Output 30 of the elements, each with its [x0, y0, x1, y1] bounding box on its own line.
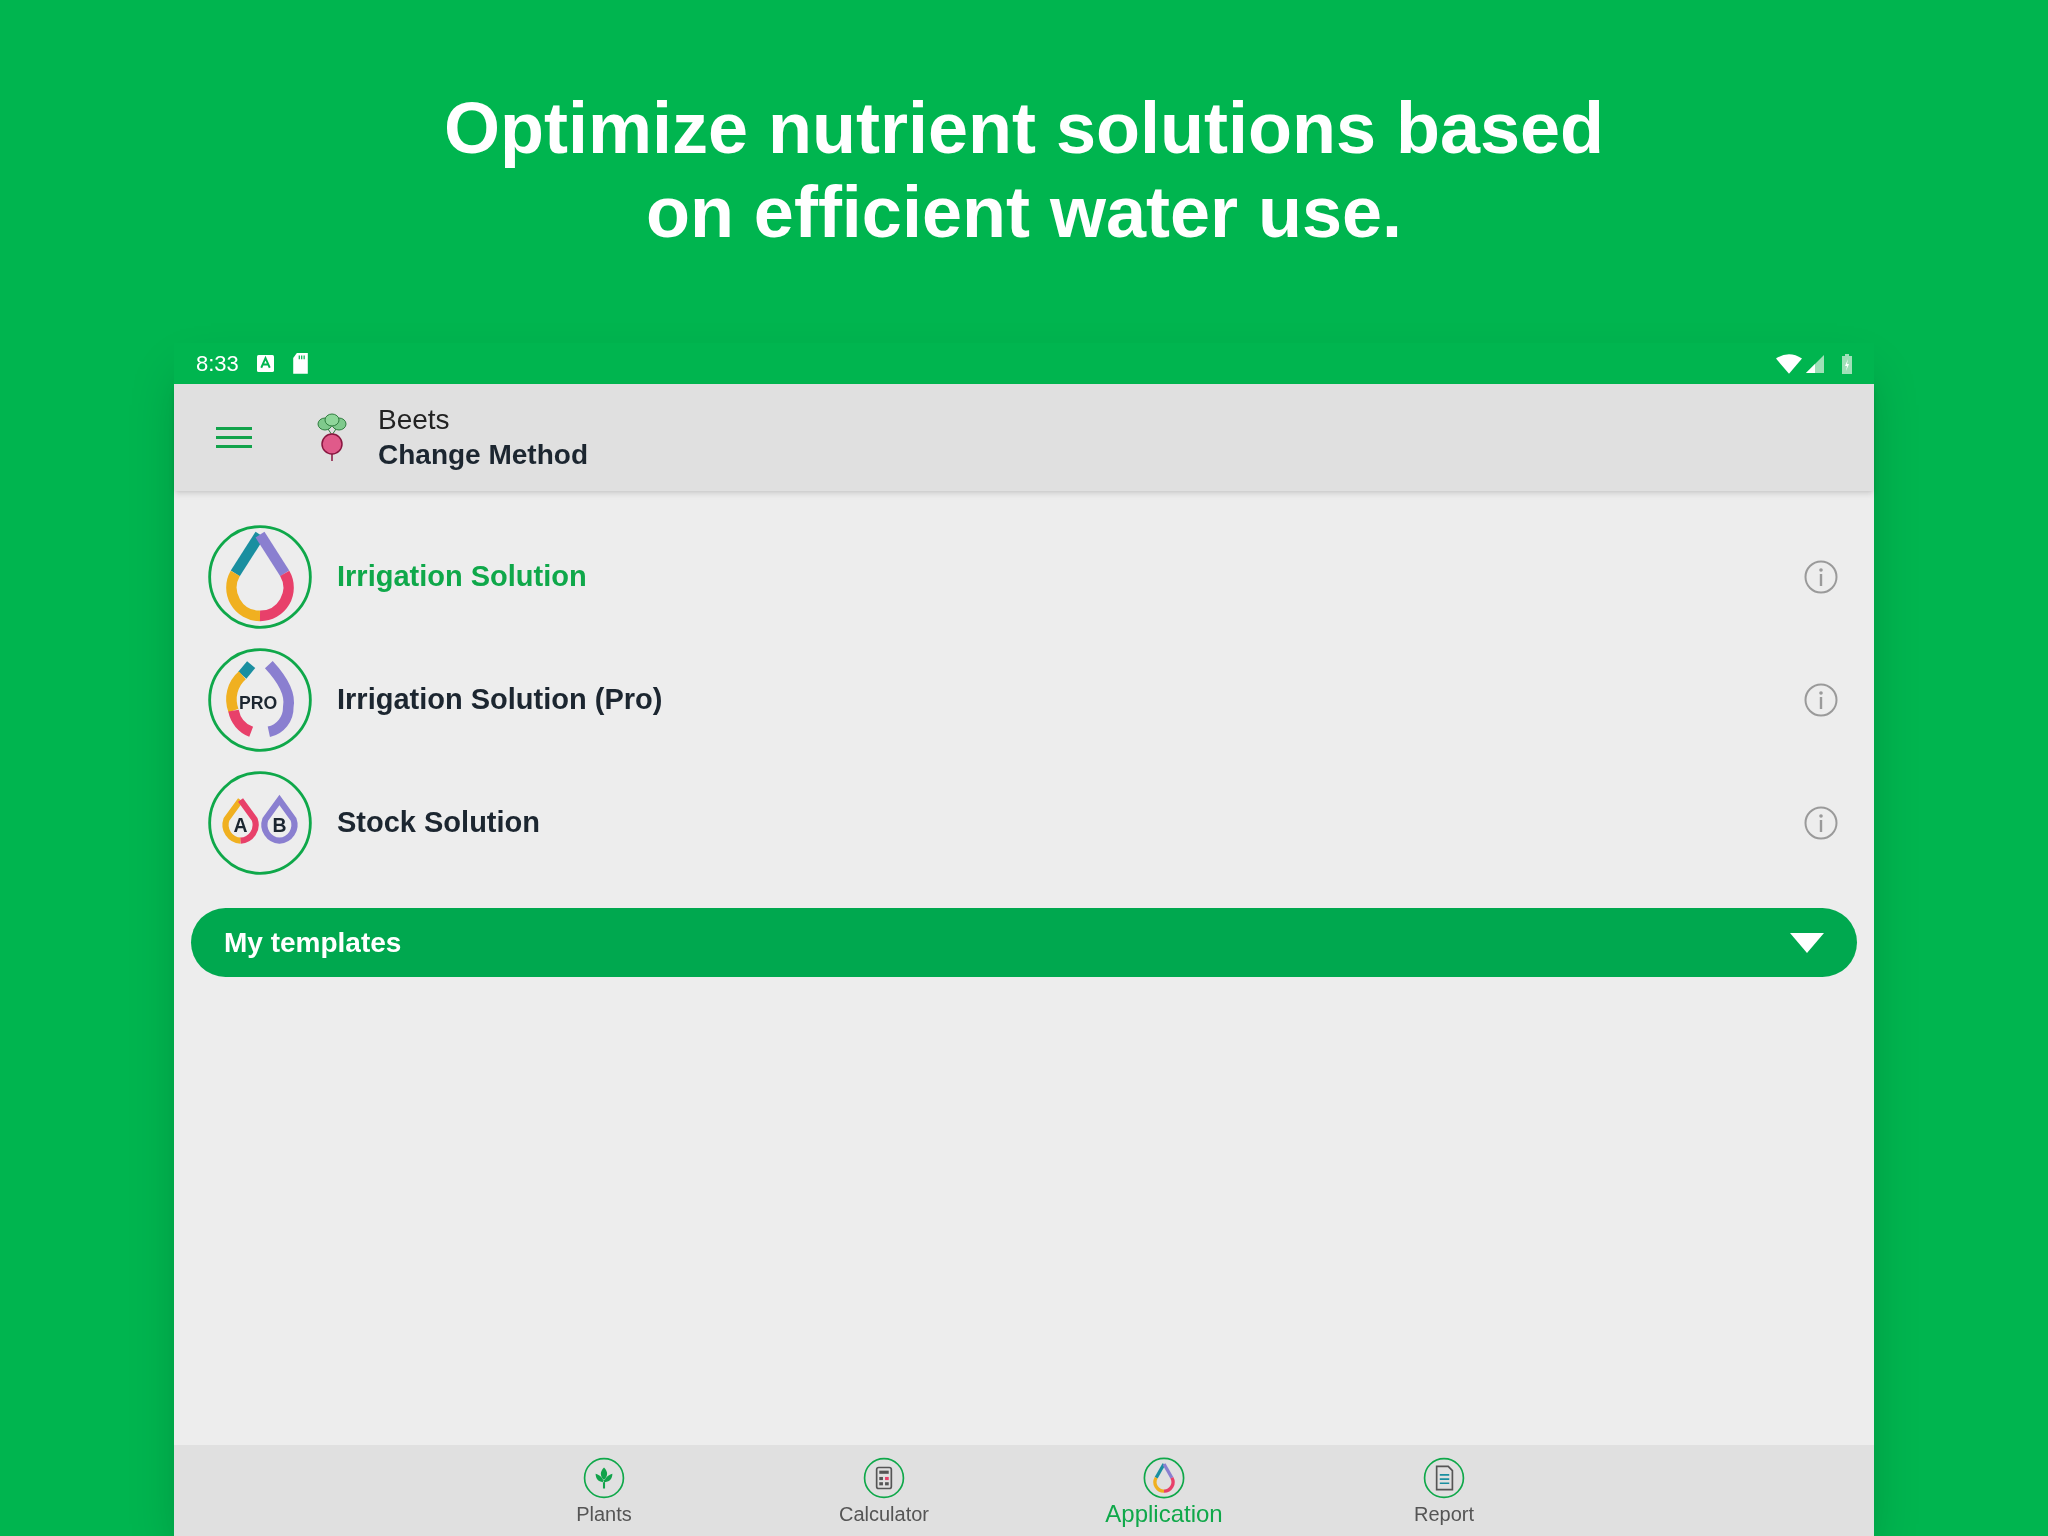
water-drop-icon: [1143, 1457, 1185, 1499]
leaf-icon: [583, 1457, 625, 1499]
calculator-icon: [863, 1457, 905, 1499]
signal-icon: [1806, 354, 1824, 373]
nav-tab[interactable]: Calculator: [744, 1445, 1024, 1536]
notification-icon: [256, 355, 274, 372]
wifi-icon: [1776, 353, 1802, 374]
info-icon[interactable]: [1804, 805, 1838, 840]
two-drops-icon: A B: [207, 769, 313, 876]
info-icon[interactable]: [1804, 559, 1838, 594]
beet-icon: [314, 412, 350, 463]
sd-card-icon: [291, 352, 309, 375]
nav-tab[interactable]: Report: [1304, 1445, 1584, 1536]
crop-name: Beets: [378, 402, 451, 437]
pro-drop-icon: PRO: [207, 646, 313, 753]
method-item[interactable]: PRO Irrigation Solution (Pro): [174, 638, 1874, 761]
status-time: 8:33: [196, 350, 239, 378]
method-label: Irrigation Solution (Pro): [337, 681, 663, 717]
templates-dropdown[interactable]: My templates: [191, 908, 1857, 977]
method-label: Stock Solution: [337, 804, 540, 840]
water-drop-icon: [207, 523, 313, 630]
method-label: Irrigation Solution: [337, 558, 587, 594]
headline: Optimize nutrient solutions based on efficient water use.: [443, 87, 1605, 254]
caret-icon: [1790, 932, 1824, 953]
nav-tab[interactable]: Plants: [464, 1445, 744, 1536]
document-icon: [1423, 1457, 1465, 1499]
screen-title: Change Method: [378, 437, 588, 472]
method-item[interactable]: A B Stock Solution: [174, 761, 1874, 884]
info-icon[interactable]: [1804, 682, 1838, 717]
battery-icon: [1842, 353, 1852, 374]
